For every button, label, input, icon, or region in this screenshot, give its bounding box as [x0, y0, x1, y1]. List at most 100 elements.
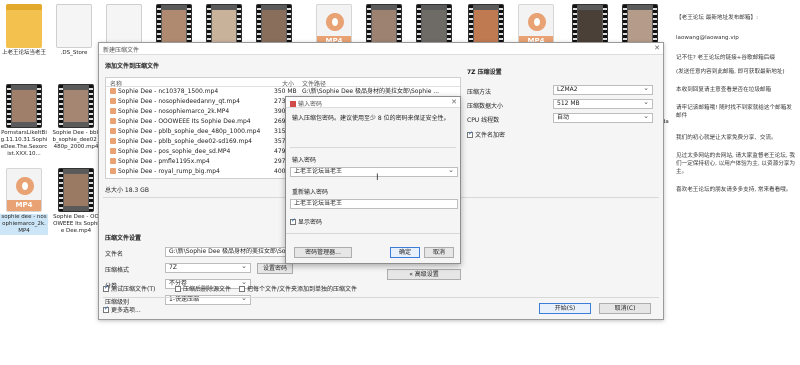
- show-password-label: 显示密码: [298, 219, 323, 226]
- checkbox-icon[interactable]: [239, 286, 245, 292]
- app-icon: [290, 101, 296, 107]
- enter-password-label: 输入密码: [292, 157, 317, 164]
- checkbox-icon[interactable]: [467, 130, 473, 138]
- note-line: 我们的初心就是让大家免费分享、交流。: [676, 135, 777, 141]
- close-icon[interactable]: ✕: [451, 98, 457, 106]
- cancel-button[interactable]: 取消(C): [599, 303, 651, 314]
- note-line: 请牢记该邮箱哦! 随时找不到家就给这个邮箱发邮件: [676, 105, 792, 119]
- dialog-title: 新建压缩文件: [103, 47, 140, 54]
- start-button[interactable]: 开始(S): [539, 303, 591, 314]
- format-label: 压缩格式: [105, 267, 130, 274]
- folder-icon: [6, 4, 42, 48]
- text-cursor-icon: I: [376, 173, 379, 183]
- mp4-file-icon: [110, 118, 116, 124]
- video-thumbnail-icon: [58, 84, 94, 128]
- more-options-label: 更多选项...: [111, 307, 141, 314]
- mp4-file-icon: [110, 168, 116, 174]
- checkbox-icon[interactable]: [175, 286, 181, 292]
- video-thumbnail-icon: [6, 84, 42, 128]
- note-line: 见过太多网站的去网站, 请大家监督老王论坛, 我们一定保持初心, 以用户体验为主…: [676, 153, 795, 175]
- file-name: Sophie Dee - pblb_sophie_dee02-sd169.mp4: [118, 138, 252, 145]
- video-thumbnail-icon: [58, 168, 94, 212]
- desktop-icon-label: PornstarsLikeItBig.11.10.31.SophieDee.Th…: [0, 130, 48, 157]
- mp4-file-icon: [110, 98, 116, 104]
- mp4-file-icon: [110, 158, 116, 164]
- reenter-password-input[interactable]: 上老王论坛当老王: [290, 199, 458, 209]
- cpu-select[interactable]: 自动: [553, 113, 653, 123]
- password-dialog-title: 输入密码: [298, 101, 323, 108]
- password-input[interactable]: 上老王论坛当老王: [290, 167, 458, 177]
- file-name: Sophie Dee - royal_rump_big.mp4: [118, 168, 220, 175]
- mp4-file-icon: [110, 108, 116, 114]
- dialog-titlebar: 新建压缩文件 ✕: [99, 43, 663, 55]
- file-name: Sophie Dee - pblb_sophie_dee_480p_1000.m…: [118, 128, 261, 135]
- desktop-icon-label: Sophie Dee - bblib_sophie_dee02_480p_200…: [52, 130, 100, 150]
- cancel-button[interactable]: 取消: [424, 247, 454, 258]
- file-name: Sophie Dee - pmfle1195x.mp4: [118, 158, 210, 165]
- ok-button[interactable]: 确定: [390, 247, 420, 258]
- divider: [103, 297, 659, 298]
- file-name: Sophie Dee - OOOWEEE Its Sophie Dee.mp4: [118, 118, 251, 125]
- file-icon: [56, 4, 92, 48]
- checkbox-icon[interactable]: [290, 217, 296, 225]
- desktop-icon-label: 上老王论坛当老王: [1, 50, 46, 56]
- dict-select[interactable]: 512 MB: [553, 99, 653, 109]
- divider: [290, 147, 456, 148]
- method-label: 压缩方法: [467, 89, 492, 96]
- checkbox-icon[interactable]: [103, 284, 109, 292]
- total-size: 总大小 18.3 GB: [105, 187, 149, 194]
- format-select[interactable]: 7Z: [165, 263, 251, 273]
- test-archive-label: 测试压缩文件(T): [111, 286, 156, 293]
- show-password-option[interactable]: 显示密码: [290, 217, 322, 226]
- separate-archives-label: 把每个文件/文件夹添加到单独的压缩文件: [247, 286, 358, 293]
- notes-panel: 【老王论坛 最新地址发布邮箱】: laowang@laowang.vip 记不住…: [676, 14, 796, 200]
- delete-source-label: 压缩后删除源文件: [183, 286, 232, 293]
- file-name: Sophie Dee - pos_sophie_dee_sd.MP4: [118, 148, 231, 155]
- desktop-icon-label: sophie dee - nosophiemarco_2k.MP4: [0, 214, 48, 235]
- test-archive-option[interactable]: 测试压缩文件(T): [103, 284, 155, 293]
- set-password-button[interactable]: 设置密码: [257, 263, 293, 274]
- note-line: laowang@laowang.vip: [676, 35, 739, 41]
- mp4-file-icon: [110, 148, 116, 154]
- desktop-video-icon[interactable]: Sophie Dee - bblib_sophie_dee02_480p_200…: [52, 84, 100, 151]
- password-dialog-titlebar: 输入密码 ✕: [286, 97, 460, 108]
- 7z-settings-pane: 7Z 压缩设置 压缩方法 LZMA2 压缩数据大小 512 MB CPU 线程数…: [467, 61, 659, 183]
- 7z-settings-title: 7Z 压缩设置: [467, 69, 502, 76]
- method-select[interactable]: LZMA2: [553, 85, 653, 95]
- note-line: (发送任意内容到此邮箱, 即可获取最新地址): [676, 69, 785, 75]
- encrypt-filenames-option[interactable]: 文件名加密: [467, 130, 505, 139]
- desktop-video-icon[interactable]: PornstarsLikeItBig.11.10.31.SophieDee.Th…: [0, 84, 48, 158]
- note-line: 喜欢老王论坛的朋友请多多支持, 常来看看哦。: [676, 187, 792, 193]
- desktop-icon-label: .DS_Store: [60, 50, 88, 56]
- desktop-icon-label: Sophie Dee - OOOWEEE Its Sophie Dee.mp4: [53, 214, 99, 234]
- separate-archives-option[interactable]: 把每个文件/文件夹添加到单独的压缩文件: [239, 284, 357, 293]
- encrypt-filenames-label: 文件名加密: [475, 132, 506, 139]
- desktop-video-icon[interactable]: Sophie Dee - OOOWEEE Its Sophie Dee.mp4: [52, 168, 100, 235]
- advanced-settings-button[interactable]: « 高级设置: [387, 269, 461, 280]
- desktop-folder-icon[interactable]: 上老王论坛当老王: [0, 4, 48, 57]
- divider: [286, 233, 460, 234]
- mp4-file-icon: [110, 128, 116, 134]
- archive-settings-title: 压缩文件设置: [105, 235, 142, 242]
- filename-label: 文件名: [105, 251, 124, 258]
- dict-label: 压缩数据大小: [467, 103, 504, 110]
- reenter-password-label: 重新输入密码: [292, 189, 329, 196]
- cpu-label: CPU 线程数: [467, 117, 500, 124]
- add-files-title: 添加文件到压缩文件: [105, 63, 160, 70]
- password-manager-button[interactable]: 密码管理器...: [294, 247, 352, 258]
- file-list-header: 名称 大小 文件路径: [106, 78, 460, 88]
- note-line: 本收到回复请主意查看是否在垃圾邮箱: [676, 87, 772, 93]
- more-options[interactable]: 更多选项...: [103, 305, 141, 314]
- password-dialog: 输入密码 ✕ 输入压缩包密码。建议使用至少 8 位的密码来保证安全性。 输入密码…: [285, 96, 461, 264]
- checkbox-icon[interactable]: [103, 305, 109, 313]
- file-name: Sophie Dee - nosophiedeedanny_qt.mp4: [118, 98, 240, 105]
- file-name: Sophie Dee - nosophiemarco_2k.MP4: [118, 108, 230, 115]
- desktop-file-icon[interactable]: .DS_Store: [50, 4, 98, 57]
- close-icon[interactable]: ✕: [654, 44, 660, 52]
- password-hint: 输入压缩包密码。建议使用至少 8 位的密码来保证安全性。: [292, 115, 450, 122]
- mp4-file-icon: MP4: [6, 168, 42, 212]
- mp4-file-icon: [110, 138, 116, 144]
- delete-source-option[interactable]: 压缩后删除源文件: [175, 284, 231, 293]
- note-line: 记不住? 老王论坛的链接+谷歌邮箱后缀: [676, 55, 775, 61]
- desktop-mp4-icon[interactable]: MP4 sophie dee - nosophiemarco_2k.MP4: [0, 168, 48, 235]
